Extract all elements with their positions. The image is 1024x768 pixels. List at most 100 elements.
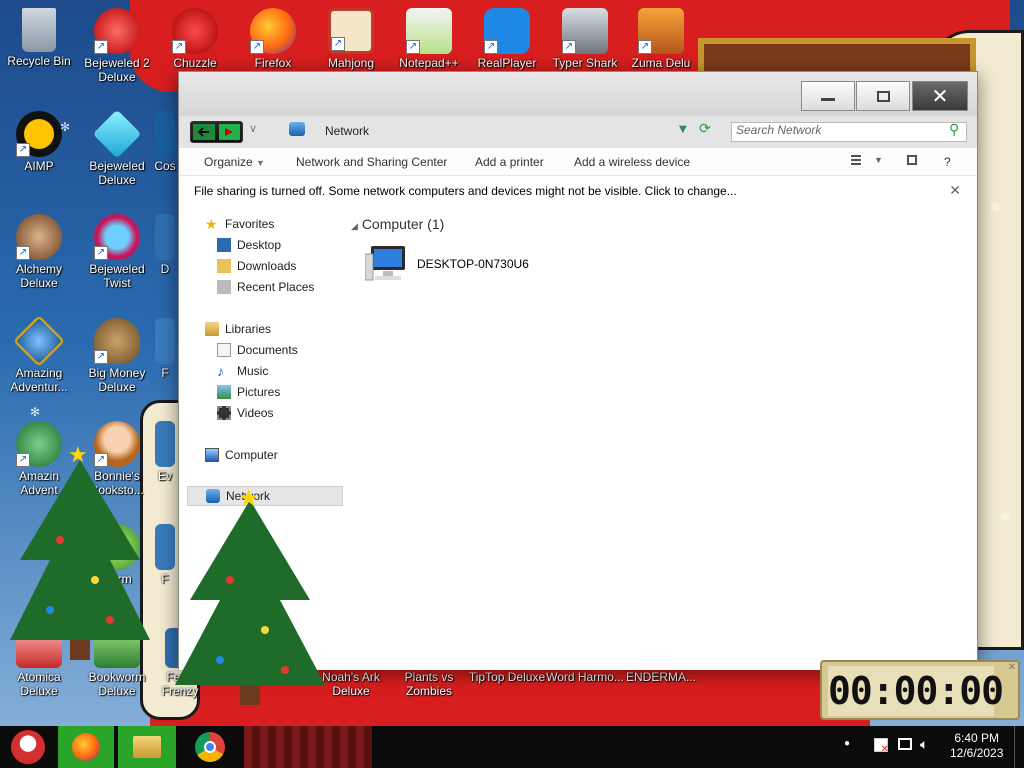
chevron-down-icon: ▼ bbox=[256, 158, 265, 168]
desktop-icon-label: Recycle Bin bbox=[7, 54, 71, 68]
desktop-computer-icon bbox=[365, 246, 405, 281]
history-dropdown-icon[interactable]: ∨ bbox=[249, 122, 257, 135]
desktop-icon-d[interactable]: D bbox=[150, 214, 180, 276]
computer-icon bbox=[205, 448, 219, 462]
back-button[interactable] bbox=[193, 124, 215, 140]
add-wireless-device-button[interactable]: Add a wireless device bbox=[574, 155, 690, 169]
nav-item-favorites[interactable]: ★ Favorites bbox=[205, 214, 274, 234]
desktop-icon-label: D bbox=[160, 262, 170, 276]
maximize-button[interactable] bbox=[856, 81, 910, 111]
music-icon: ♪ bbox=[217, 363, 224, 379]
documents-icon bbox=[217, 343, 231, 357]
nav-item-documents[interactable]: Documents bbox=[217, 340, 298, 360]
network-location-icon bbox=[289, 122, 305, 136]
taskbar-chrome[interactable] bbox=[184, 726, 236, 768]
desktop-icon-amazing-adventures[interactable]: Amazing Adventur... bbox=[0, 314, 78, 394]
organize-button[interactable]: Organize ▼ bbox=[204, 155, 265, 169]
nav-item-computer[interactable]: Computer bbox=[205, 445, 278, 465]
maximize-icon bbox=[876, 90, 890, 102]
realplayer-icon: ↗ bbox=[484, 8, 530, 54]
zuma-icon: ↗ bbox=[638, 8, 684, 54]
file-sharing-infobar[interactable]: File sharing is turned off. Some network… bbox=[179, 176, 977, 204]
nav-label: Computer bbox=[225, 448, 278, 462]
bejeweled-icon bbox=[92, 109, 142, 159]
taskbar: ● ✕ 🔈︎ 6:40 PM 12/6/2023 bbox=[0, 726, 1024, 768]
back-arrow-icon bbox=[197, 127, 209, 137]
view-options-icon[interactable] bbox=[851, 155, 861, 165]
desktop-icon-realplayer[interactable]: ↗ RealPlayer bbox=[468, 8, 546, 70]
close-infobar-icon[interactable]: ✕ bbox=[949, 182, 961, 199]
preview-pane-icon[interactable] bbox=[907, 155, 917, 165]
forward-button[interactable] bbox=[218, 124, 240, 140]
taskbar-firefox[interactable] bbox=[58, 726, 114, 768]
desktop-icon-label: Firefox bbox=[254, 56, 292, 70]
network-sharing-center-button[interactable]: Network and Sharing Center bbox=[296, 155, 447, 169]
refresh-icon[interactable]: ⟳ bbox=[699, 121, 711, 137]
minimize-icon bbox=[821, 97, 835, 101]
search-input[interactable]: Search Network bbox=[731, 122, 967, 142]
show-desktop-button[interactable] bbox=[1014, 726, 1024, 768]
desktop-icon-label: AIMP bbox=[24, 159, 54, 173]
action-center-icon[interactable]: ✕ bbox=[874, 738, 889, 755]
nav-item-desktop[interactable]: Desktop bbox=[217, 235, 281, 255]
nav-item-videos[interactable]: Videos bbox=[217, 403, 273, 423]
desktop-icon-recycle-bin[interactable]: Recycle Bin bbox=[0, 8, 78, 68]
desktop-icon-typer-shark[interactable]: ↗ Typer Shark bbox=[546, 8, 624, 70]
desktop-icon-bejeweled-twist[interactable]: ↗ Bejeweled Twist bbox=[78, 214, 156, 290]
libraries-icon bbox=[205, 322, 219, 336]
tray-dot-icon[interactable]: ● bbox=[844, 738, 850, 749]
start-button[interactable] bbox=[0, 726, 56, 768]
desktop-icon-aimp[interactable]: ↗ AIMP bbox=[0, 111, 78, 173]
address-dropdown-icon[interactable]: ▼ bbox=[679, 124, 687, 135]
title-bar[interactable]: ✕ bbox=[179, 72, 977, 116]
snowflake-decoration: ✻ bbox=[30, 405, 41, 419]
desktop-icon-label: Plants vs Zombies bbox=[404, 670, 454, 698]
stopwatch-display: 00:00:00 bbox=[828, 666, 1004, 716]
close-button[interactable]: ✕ bbox=[912, 81, 968, 111]
nav-item-libraries[interactable]: Libraries bbox=[205, 319, 271, 339]
network-computer-item[interactable]: DESKTOP-0N730U6 bbox=[365, 244, 529, 284]
taskbar-explorer[interactable] bbox=[118, 726, 176, 768]
desktop-icon-mahjong[interactable]: ↗ Mahjong bbox=[312, 8, 390, 70]
help-button[interactable]: ? bbox=[944, 155, 951, 169]
search-icon[interactable]: ⚲ bbox=[949, 122, 959, 138]
desktop-icon-cos[interactable]: Cos bbox=[150, 111, 180, 173]
clock-time: 6:40 PM bbox=[954, 731, 1000, 745]
firefox-icon: ↗ bbox=[250, 8, 296, 54]
desktop-icon-firefox[interactable]: ↗ Firefox bbox=[234, 8, 312, 70]
desktop-icon-big-money[interactable]: ↗ Big Money Deluxe bbox=[78, 318, 156, 394]
gadget-close-icon[interactable]: ✕ bbox=[1008, 662, 1016, 673]
nav-item-music[interactable]: ♪ Music bbox=[217, 361, 268, 381]
desktop-icon-zuma[interactable]: ↗ Zuma Delu bbox=[622, 8, 700, 70]
collapse-triangle-icon: ◢ bbox=[351, 221, 358, 231]
desktop-icon-chuzzle[interactable]: ↗ Chuzzle bbox=[156, 8, 234, 70]
nav-item-pictures[interactable]: Pictures bbox=[217, 382, 280, 402]
desktop-icon-alchemy[interactable]: ↗ Alchemy Deluxe bbox=[0, 214, 78, 290]
f-icon bbox=[155, 318, 175, 364]
bejeweled2-icon: ↗ bbox=[94, 8, 140, 54]
desktop-icon-notepadpp[interactable]: ↗ Notepad++ bbox=[390, 8, 468, 70]
desktop-icon-label: Word Harmo... bbox=[546, 670, 624, 684]
nav-item-downloads[interactable]: Downloads bbox=[217, 256, 296, 276]
taskbar-christmas-app[interactable] bbox=[244, 726, 372, 768]
desktop-icon-f[interactable]: F bbox=[150, 318, 180, 380]
volume-icon[interactable]: 🔈︎ bbox=[920, 736, 928, 753]
desktop-icon-label: Cos bbox=[154, 159, 176, 173]
desktop-icon-bejeweled2[interactable]: ↗ Bejeweled 2 Deluxe bbox=[78, 8, 156, 84]
clock-date: 12/6/2023 bbox=[950, 746, 1004, 760]
nav-label: Desktop bbox=[237, 238, 282, 252]
desktop-icon-bejeweled[interactable]: Bejeweled Deluxe bbox=[78, 109, 156, 187]
aimp-icon: ↗ bbox=[16, 111, 62, 157]
downloads-folder-icon bbox=[217, 259, 231, 273]
add-printer-button[interactable]: Add a printer bbox=[475, 155, 544, 169]
firefox-icon bbox=[72, 733, 100, 761]
group-header-computer[interactable]: ◢ Computer (1) bbox=[351, 216, 444, 232]
view-dropdown-icon[interactable]: ▼ bbox=[874, 155, 883, 165]
address-text[interactable]: Network bbox=[325, 124, 369, 138]
minimize-button[interactable] bbox=[801, 81, 855, 111]
stopwatch-gadget[interactable]: 00:00:00 ✕ bbox=[820, 660, 1020, 720]
system-clock[interactable]: 6:40 PM 12/6/2023 bbox=[950, 731, 1003, 761]
network-tray-icon[interactable] bbox=[898, 738, 912, 750]
desktop-icon-label: Bejeweled Twist bbox=[89, 262, 145, 290]
nav-item-recent-places[interactable]: Recent Places bbox=[217, 277, 314, 297]
